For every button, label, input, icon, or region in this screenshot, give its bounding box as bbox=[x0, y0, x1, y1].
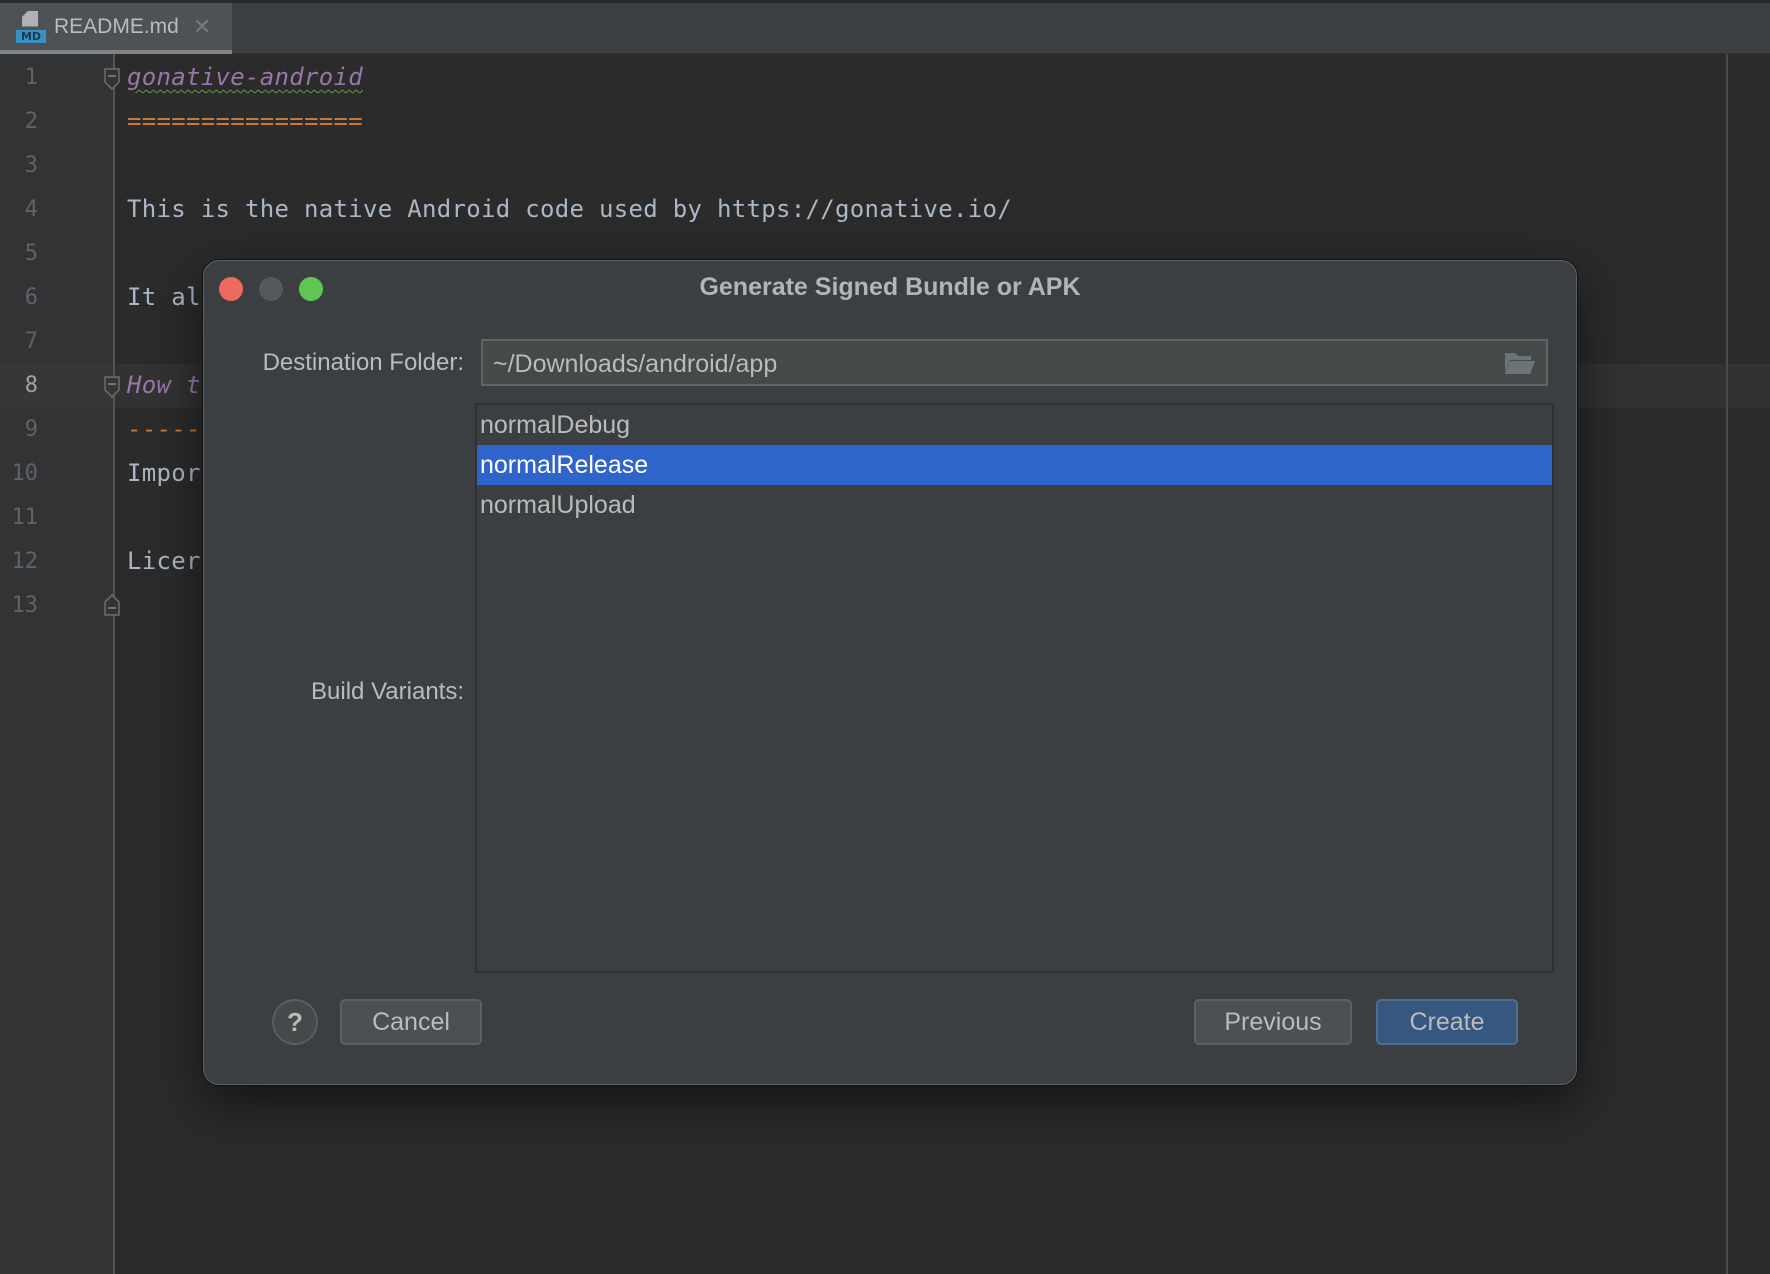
destination-folder-label: Destination Folder: bbox=[262, 349, 464, 376]
tab-label: README.md bbox=[54, 14, 179, 38]
line-number: 3 bbox=[24, 153, 38, 178]
code-line: How t bbox=[127, 371, 201, 399]
line-number: 6 bbox=[24, 285, 38, 310]
code-line: Impor bbox=[127, 459, 201, 487]
line-number: 13 bbox=[11, 593, 39, 618]
variant-item[interactable]: normalDebug bbox=[477, 405, 1552, 445]
markdown-file-icon: MD bbox=[16, 10, 46, 43]
line-number: 1 bbox=[24, 65, 38, 90]
code-line: gonative-android bbox=[127, 63, 363, 91]
create-button[interactable]: Create bbox=[1376, 999, 1518, 1045]
cancel-button[interactable]: Cancel bbox=[340, 999, 482, 1045]
code-line: It al bbox=[127, 283, 201, 311]
fold-collapse-icon[interactable] bbox=[104, 68, 120, 90]
tab-readme[interactable]: MD README.md ✕ bbox=[0, 3, 232, 54]
line-number: 4 bbox=[24, 197, 38, 222]
right-margin-guide bbox=[1726, 54, 1728, 1274]
line-number: 11 bbox=[11, 505, 39, 530]
fold-end-icon[interactable] bbox=[104, 594, 120, 616]
build-variants-label: Build Variants: bbox=[311, 678, 464, 705]
code-line: Licer bbox=[127, 547, 201, 575]
line-number: 7 bbox=[24, 329, 38, 354]
help-button[interactable]: ? bbox=[272, 999, 318, 1045]
editor-tab-bar: MD README.md ✕ bbox=[0, 0, 1770, 54]
build-variants-list[interactable]: normalDebug normalRelease normalUpload bbox=[475, 403, 1554, 973]
close-icon[interactable]: ✕ bbox=[193, 14, 211, 40]
heading-text: gonative-android bbox=[127, 63, 363, 91]
generate-signed-bundle-dialog: Generate Signed Bundle or APK Destinatio… bbox=[203, 260, 1577, 1085]
previous-button[interactable]: Previous bbox=[1194, 999, 1352, 1045]
code-line: This is the native Android code used by … bbox=[127, 195, 1012, 223]
line-number-gutter bbox=[0, 54, 114, 1274]
fold-collapse-icon[interactable] bbox=[104, 376, 120, 398]
line-number: 12 bbox=[11, 549, 39, 574]
dialog-title: Generate Signed Bundle or APK bbox=[699, 273, 1081, 301]
line-number-current: 8 bbox=[24, 373, 38, 398]
code-line: ================ bbox=[127, 107, 363, 135]
line-number: 9 bbox=[24, 417, 38, 442]
line-number: 2 bbox=[24, 109, 38, 134]
code-line: ----- bbox=[127, 415, 201, 443]
variant-item[interactable]: normalUpload bbox=[477, 485, 1552, 525]
destination-folder-value: ~/Downloads/android/app bbox=[493, 350, 778, 378]
line-number: 10 bbox=[11, 461, 39, 486]
folder-open-icon[interactable] bbox=[1504, 351, 1536, 375]
variant-item-selected[interactable]: normalRelease bbox=[477, 445, 1552, 485]
line-number: 5 bbox=[24, 241, 38, 266]
destination-folder-input[interactable]: ~/Downloads/android/app bbox=[481, 339, 1548, 386]
gutter-divider bbox=[113, 54, 115, 1274]
